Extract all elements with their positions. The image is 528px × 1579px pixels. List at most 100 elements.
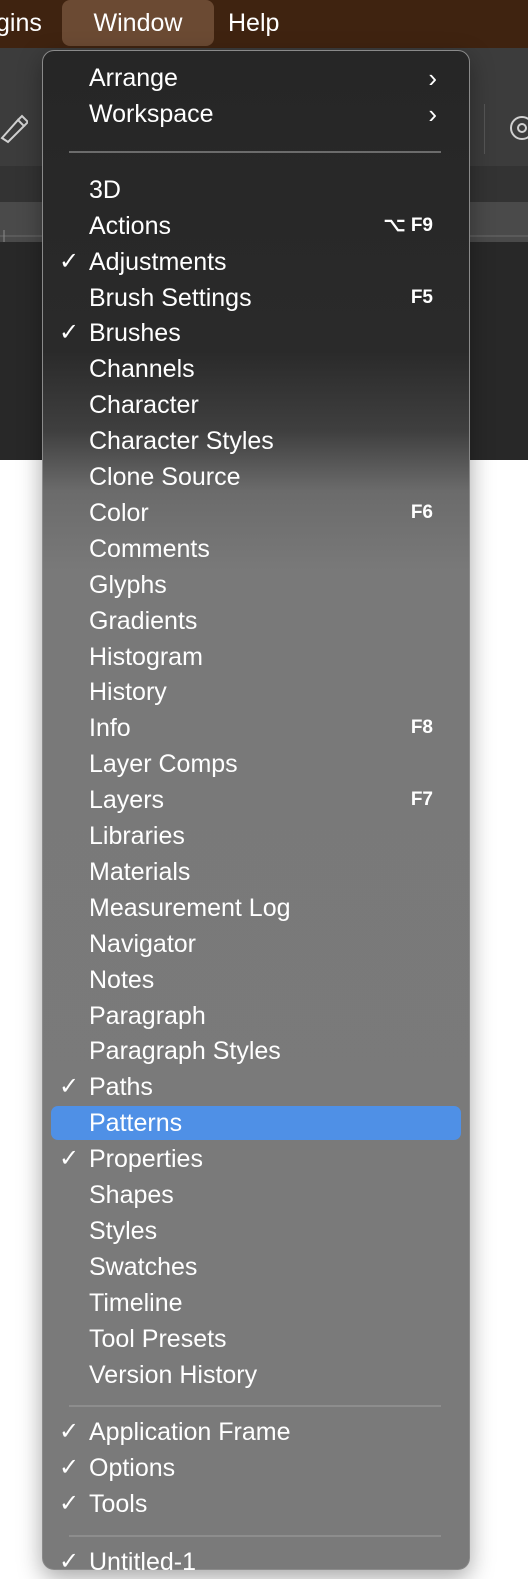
menu-item-label: Options [89,1454,176,1483]
menu-item-label: Comments [89,534,210,563]
toolbar-divider [484,104,485,154]
menu-item-comments[interactable]: Comments [51,532,461,566]
menu-item-label: Paragraph [89,1001,206,1030]
menubar-plugins[interactable]: gins [0,0,42,46]
menu-item-actions[interactable]: Actions ⌥ F9 [51,209,461,243]
chevron-right-icon: › [428,63,437,93]
menu-item-character-styles[interactable]: Character Styles [51,424,461,458]
menu-item-label: Character Styles [89,427,274,456]
menu-item-channels[interactable]: Channels [51,352,461,386]
shortcut-label: F8 [410,717,433,739]
menu-item-properties[interactable]: ✓ Properties [51,1142,461,1176]
menu-item-label: Tool Presets [89,1324,227,1353]
menu-item-label: Clone Source [89,463,241,491]
menu-item-styles[interactable]: Styles [51,1214,461,1248]
menu-item-arrange[interactable]: Arrange › [51,61,461,95]
menu-item-layer-comps[interactable]: Layer Comps [51,747,461,781]
window-menu: Arrange › Workspace › 3D Actions ⌥ F9 ✓ Adjustme… [42,50,470,1576]
menu-item-label: Paragraph Styles [89,1037,281,1066]
menu-item-3d[interactable]: 3D [51,173,461,207]
checkmark-icon: ✓ [59,1073,80,1101]
shortcut-label: F6 [410,501,433,523]
menu-item-paragraph-styles[interactable]: Paragraph Styles [51,1034,461,1068]
menu-item-label: Notes [89,965,155,994]
menu-item-label: Actions [89,211,171,240]
menu-item-label: Adjustments [89,247,227,276]
menu-item-tools[interactable]: ✓ Tools [51,1487,461,1521]
menu-item-adjustments[interactable]: ✓ Adjustments [51,245,461,279]
menu-item-shapes[interactable]: Shapes [51,1178,461,1212]
menu-item-label: Color [89,498,149,527]
shortcut-label: F5 [410,286,433,308]
menu-item-label: Untitled-1 [89,1548,196,1577]
menu-item-label: Brush Settings [89,283,252,312]
menu-item-label: Materials [89,857,191,886]
menu-item-label: Channels [89,355,195,384]
menu-item-timeline[interactable]: Timeline [51,1286,461,1320]
menu-item-libraries[interactable]: Libraries [51,819,461,853]
menu-item-navigator[interactable]: Navigator [51,927,461,961]
checkmark-icon: ✓ [59,1548,80,1576]
menu-item-label: Gradients [89,606,198,635]
menu-item-label: Swatches [89,1252,198,1281]
menu-item-label: Libraries [89,822,185,850]
menu-item-patterns[interactable]: Patterns [51,1106,461,1141]
menu-item-label: Patterns [89,1109,183,1138]
menu-item-label: History [89,678,167,707]
menu-item-history[interactable]: History [51,675,461,709]
chevron-right-icon: › [428,98,437,129]
menu-item-swatches[interactable]: Swatches [51,1250,461,1284]
pen-tool-icon[interactable] [0,108,30,148]
checkmark-icon: ✓ [59,247,80,275]
menu-item-label: Character [89,391,199,420]
menu-item-label: 3D [89,175,121,204]
menu-item-label: Brushes [89,319,181,348]
checkmark-icon: ✓ [59,1418,80,1446]
app-menubar: gins Window Help [0,0,528,48]
menu-item-gradients[interactable]: Gradients [51,604,461,638]
menu-item-layers[interactable]: Layers F7 [51,783,461,817]
checkmark-icon: ✓ [59,319,80,347]
shortcut-label: F7 [410,789,433,811]
menu-item-paths[interactable]: ✓ Paths [51,1070,461,1104]
menu-item-application-frame[interactable]: ✓ Application Frame [51,1415,461,1449]
menu-item-color[interactable]: Color F6 [51,496,461,530]
menu-item-label: Shapes [89,1181,174,1209]
menubar-help[interactable]: Help [228,0,279,46]
menu-item-label: Tools [89,1490,148,1519]
menu-separator [69,1405,441,1408]
menu-item-label: Measurement Log [89,893,291,922]
menu-item-label: Workspace [89,99,214,128]
menu-separator [69,150,441,153]
menu-item-brush-settings[interactable]: Brush Settings F5 [51,281,461,315]
menu-item-options[interactable]: ✓ Options [51,1451,461,1485]
menu-item-label: Layer Comps [89,750,238,779]
shortcut-label: ⌥ F9 [383,214,433,236]
menu-item-label: Layers [89,786,165,815]
menu-item-notes[interactable]: Notes [51,963,461,997]
menu-item-workspace[interactable]: Workspace › [51,97,461,131]
menu-item-tool-presets[interactable]: Tool Presets [51,1322,461,1356]
menu-item-glyphs[interactable]: Glyphs [51,568,461,602]
menu-item-label: Arrange [89,64,178,92]
menu-item-histogram[interactable]: Histogram [51,640,461,674]
menu-item-brushes[interactable]: ✓ Brushes [51,316,461,350]
menu-item-measurement-log[interactable]: Measurement Log [51,891,461,925]
target-icon[interactable] [506,110,528,146]
menu-item-label: Properties [89,1145,203,1174]
menu-item-label: Glyphs [89,570,167,599]
checkmark-icon: ✓ [59,1490,80,1518]
menu-item-info[interactable]: Info F8 [51,711,461,745]
menu-item-label: Histogram [89,642,203,671]
menu-item-label: Version History [89,1360,258,1389]
menu-item-untitled-1[interactable]: ✓ Untitled-1 [51,1545,461,1579]
menu-item-clone-source[interactable]: Clone Source [51,460,461,494]
menu-item-label: Info [89,714,131,743]
menu-item-version-history[interactable]: Version History [51,1358,461,1392]
menu-item-character[interactable]: Character [51,388,461,422]
checkmark-icon: ✓ [59,1454,80,1482]
menu-item-paragraph[interactable]: Paragraph [51,999,461,1033]
menu-item-materials[interactable]: Materials [51,855,461,889]
menu-item-label: Navigator [89,929,196,958]
menubar-window[interactable]: Window [62,0,214,46]
